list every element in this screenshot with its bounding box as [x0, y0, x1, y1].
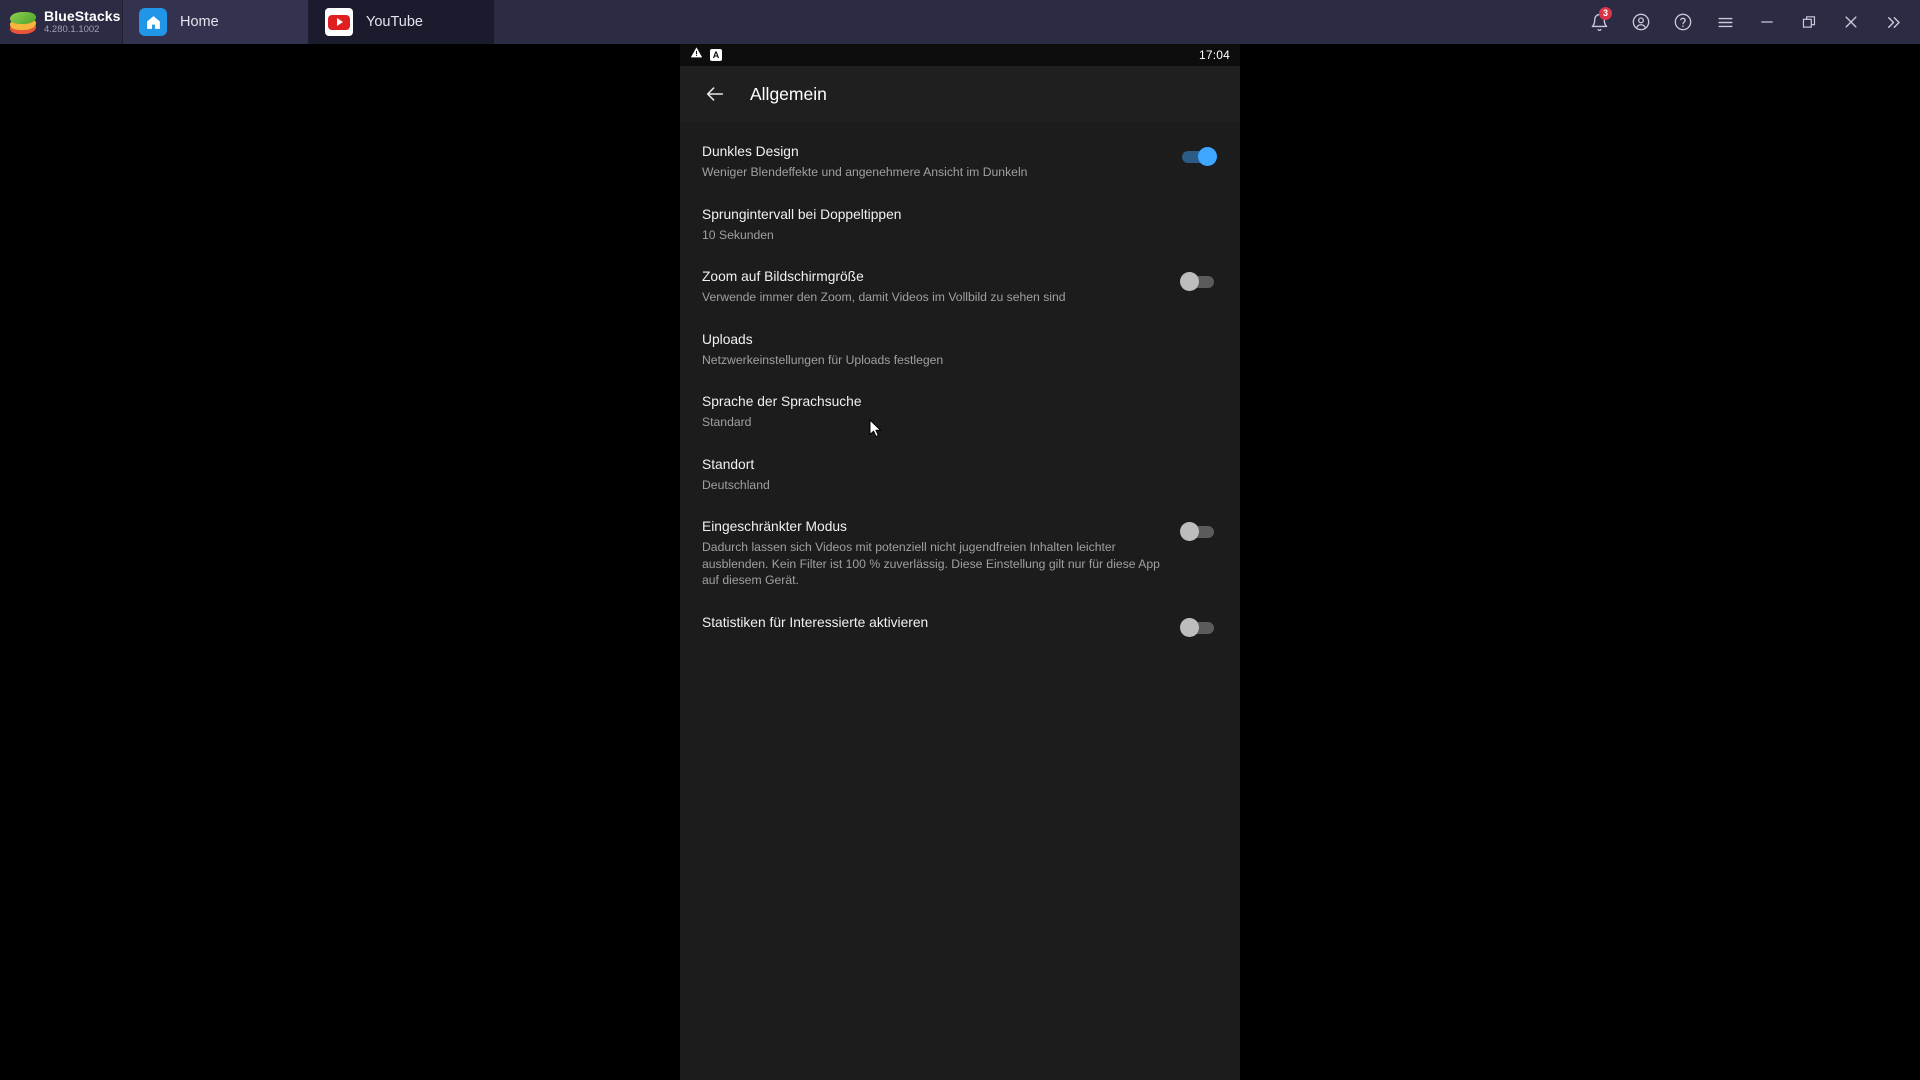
app-header: Allgemein [680, 66, 1240, 122]
bluestacks-brand: BlueStacks 4.280.1.1002 [0, 0, 122, 44]
menu-button[interactable] [1704, 0, 1746, 44]
setting-subtitle: Verwende immer den Zoom, damit Videos im… [702, 290, 1066, 304]
page-title: Allgemein [750, 83, 827, 104]
setting-row-dark-theme[interactable]: Dunkles Design Weniger Blendeffekte und … [680, 130, 1240, 193]
setting-subtitle: Standard [702, 415, 752, 429]
notifications-button[interactable]: 3 [1578, 0, 1620, 44]
setting-title: Zoom auf Bildschirmgröße [702, 269, 864, 284]
tab-home[interactable]: Home [122, 0, 308, 44]
toggle-restricted-mode[interactable] [1180, 521, 1218, 543]
settings-list: Dunkles Design Weniger Blendeffekte und … [680, 122, 1240, 651]
setting-title: Sprache der Sprachsuche [702, 394, 862, 409]
toggle-stats-for-nerds[interactable] [1180, 617, 1218, 639]
account-button[interactable] [1620, 0, 1662, 44]
setting-subtitle: Netzwerkeinstellungen für Uploads festle… [702, 352, 944, 367]
setting-title: Uploads [702, 331, 753, 347]
tab-youtube[interactable]: YouTube [308, 0, 494, 44]
home-icon [139, 8, 167, 36]
setting-row-voice-search-language[interactable]: Sprache der Sprachsuche Standard [680, 380, 1240, 443]
app-a-icon: A [710, 49, 722, 61]
minimize-button[interactable] [1746, 0, 1788, 44]
back-arrow-icon[interactable] [698, 77, 732, 111]
status-bar-clock: 17:04 [1198, 48, 1230, 62]
titlebar-spacer [494, 0, 1578, 44]
brand-version: 4.280.1.1002 [44, 24, 100, 36]
setting-subtitle: Deutschland [702, 477, 770, 492]
setting-title: Dunkles Design [702, 144, 799, 159]
setting-row-uploads[interactable]: Uploads Netzwerkeinstellungen für Upload… [680, 318, 1240, 381]
setting-row-location[interactable]: Standort Deutschland [680, 443, 1240, 506]
app-root: BlueStacks 4.280.1.1002 Home YouTube 3 A… [0, 0, 1920, 1080]
setting-title: Standort [702, 456, 755, 472]
emulator-area: A 17:04 Allgemein Dunkles Design Weniger… [0, 44, 1920, 1080]
tab-youtube-label: YouTube [366, 14, 423, 30]
youtube-icon [325, 8, 353, 36]
setting-title: Eingeschränkter Modus [702, 519, 847, 534]
setting-row-stats-for-nerds[interactable]: Statistiken für Interessierte aktivieren [680, 601, 1240, 651]
notification-badge: 3 [1599, 7, 1612, 20]
help-button[interactable] [1662, 0, 1704, 44]
setting-subtitle: Dadurch lassen sich Videos mit potenziel… [702, 540, 1160, 587]
bluestacks-titlebar: BlueStacks 4.280.1.1002 Home YouTube 3 [0, 0, 1920, 44]
setting-title: Statistiken für Interessierte aktivieren [702, 614, 929, 630]
brand-name: BlueStacks [44, 8, 121, 25]
warning-triangle-icon [690, 46, 703, 64]
expand-sidebar-button[interactable] [1872, 0, 1914, 44]
tab-home-label: Home [180, 14, 219, 30]
android-status-bar: A 17:04 [680, 44, 1240, 66]
window-actions: 3 [1578, 0, 1920, 44]
toggle-dark-theme[interactable] [1180, 146, 1218, 168]
setting-title: Sprungintervall bei Doppeltippen [702, 206, 902, 222]
restore-button[interactable] [1788, 0, 1830, 44]
close-button[interactable] [1830, 0, 1872, 44]
setting-row-restricted-mode[interactable]: Eingeschränkter Modus Dadurch lassen sic… [680, 505, 1240, 601]
setting-subtitle: Weniger Blendeffekte und angenehmere Ans… [702, 165, 1028, 179]
setting-row-double-tap-interval[interactable]: Sprungintervall bei Doppeltippen 10 Seku… [680, 193, 1240, 256]
setting-subtitle: 10 Sekunden [702, 227, 774, 242]
bluestacks-logo-icon [8, 7, 38, 37]
android-screen: A 17:04 Allgemein Dunkles Design Weniger… [680, 44, 1240, 1080]
setting-row-zoom-to-fill[interactable]: Zoom auf Bildschirmgröße Verwende immer … [680, 255, 1240, 318]
toggle-zoom-to-fill[interactable] [1180, 271, 1218, 293]
